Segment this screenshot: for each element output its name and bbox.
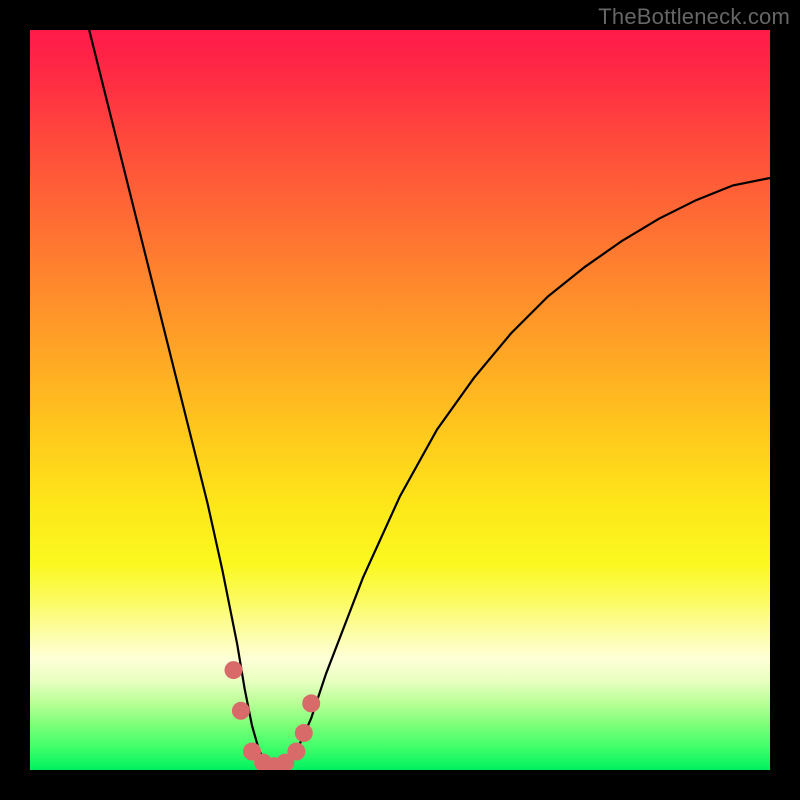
watermark-text: TheBottleneck.com — [598, 4, 790, 30]
marker-point — [232, 702, 250, 720]
chart-svg — [30, 30, 770, 770]
bottleneck-curve — [89, 30, 770, 766]
chart-plot-area — [30, 30, 770, 770]
highlight-markers — [225, 661, 321, 770]
marker-point — [295, 724, 313, 742]
marker-point — [225, 661, 243, 679]
marker-point — [287, 743, 305, 761]
marker-point — [302, 694, 320, 712]
